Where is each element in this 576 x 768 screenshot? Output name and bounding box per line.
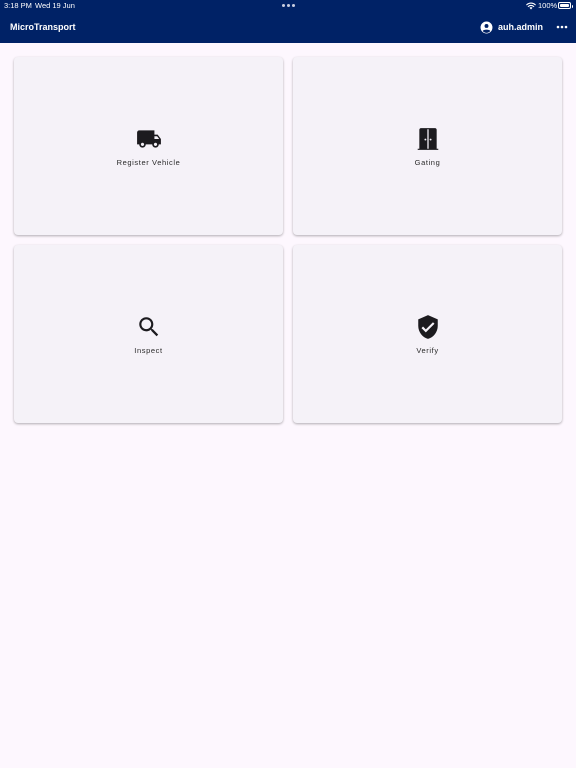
user-account-button[interactable]: auh.admin — [480, 19, 543, 35]
battery-percent: 100% — [538, 1, 558, 10]
door-icon — [415, 126, 441, 152]
app-title: MicroTransport — [10, 22, 76, 32]
status-time: 3:18 PM — [4, 1, 32, 10]
status-bar: 3:18 PM Wed 19 Jun 100% — [0, 0, 576, 12]
tile-label: Verify — [416, 345, 439, 355]
feature-grid: Register Vehicle Gating Inspect Verify — [14, 57, 562, 423]
status-date: Wed 19 Jun — [35, 1, 75, 10]
tile-label: Inspect — [134, 345, 163, 355]
tile-label: Gating — [414, 157, 441, 167]
more-options-icon[interactable] — [556, 21, 568, 33]
tile-label: Register Vehicle — [116, 157, 181, 167]
wifi-icon — [526, 2, 536, 10]
user-name: auh.admin — [498, 22, 544, 32]
truck-icon — [136, 126, 162, 152]
battery-icon — [558, 2, 573, 9]
verify-tile[interactable]: Verify — [293, 245, 562, 423]
verified-shield-icon — [415, 314, 441, 340]
account-circle-icon — [480, 21, 493, 33]
multitasking-dots-icon[interactable] — [282, 4, 295, 7]
inspect-tile[interactable]: Inspect — [14, 245, 283, 423]
register-vehicle-tile[interactable]: Register Vehicle — [14, 57, 283, 235]
app-bar: 3:18 PM Wed 19 Jun 100% MicroTransport a… — [0, 0, 576, 43]
gating-tile[interactable]: Gating — [293, 57, 562, 235]
search-icon — [136, 314, 162, 340]
